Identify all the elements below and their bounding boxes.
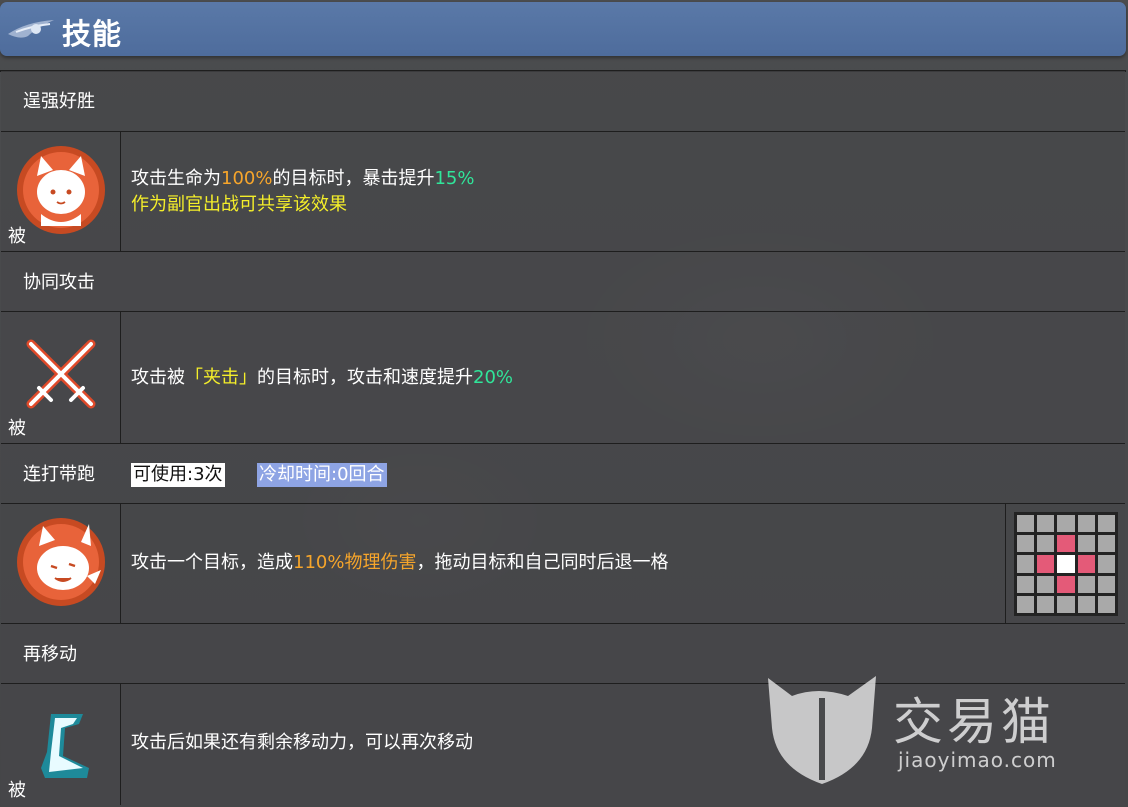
skill-name-row: 逞强好胜 [1,71,1125,132]
skill-detail-row: 攻击一个目标，造成110%物理伤害，拖动目标和自己同时后退一格 [1,504,1125,624]
range-cell-empty [1057,515,1075,533]
passive-tag: 被 [8,418,26,439]
skills-table: 逞强好胜 被 攻击生命为100%的目标时，暴击提升15% 作为副官出战可共享该效… [0,70,1126,805]
desc-text: 的目标时，攻击和速度提升 [257,367,473,388]
attack-range-grid [1014,512,1118,616]
range-cell-attack [1057,535,1075,553]
passive-tag: 被 [8,780,26,801]
desc-value: 20% [473,367,514,388]
desc-value: 15% [434,168,475,189]
skill-icon-cell: 被 [1,312,121,443]
section-header: 技能 [0,2,1126,56]
range-cell-empty [1037,515,1055,533]
range-cell-empty [1037,535,1055,553]
watermark: 交易猫 jiaoyimao.com [758,668,1078,788]
skill-icon-cell [1,504,121,623]
range-cell-empty [1017,515,1035,533]
skill-icon-cell: 被 [1,132,121,251]
skill-description: 攻击后如果还有剩余移动力，可以再次移动 [131,730,473,756]
range-cell-empty [1097,515,1115,533]
range-cell-empty [1017,595,1035,613]
range-cell-self [1057,555,1075,573]
skill-name-row: 连打带跑 可使用:3次 冷却时间:0回合 [1,444,1125,504]
range-cell-empty [1017,535,1035,553]
skill-name: 逞强好胜 [23,91,95,112]
range-cell-attack [1077,555,1095,573]
range-cell-empty [1017,575,1035,593]
desc-value: 110%物理伤害 [293,552,417,573]
attack-range-cell [1005,504,1125,623]
range-cell-empty [1097,595,1115,613]
range-cell-empty [1097,535,1115,553]
desc-text: 攻击一个目标，造成 [131,552,293,573]
cat-logo-icon [768,676,876,784]
desc-keyword: 「夹击」 [185,367,257,388]
skill-description: 攻击被「夹击」的目标时，攻击和速度提升20% [131,365,513,391]
watermark-brand-en: jiaoyimao.com [898,748,1057,772]
range-cell-empty [1077,515,1095,533]
skill-icon-cell: 被 [1,684,121,805]
skill-name: 再移动 [23,644,77,665]
uses-badge: 可使用:3次 [131,463,225,487]
fox-girl-attack-icon [17,518,105,606]
desc-text: 攻击生命为 [131,168,221,189]
range-cell-empty [1037,575,1055,593]
desc-note: 作为副官出战可共享该效果 [131,194,347,215]
desc-text: 的目标时，暴击提升 [272,168,435,189]
desc-text: ，拖动目标和自己同时后退一格 [416,552,669,573]
section-title: 技能 [62,17,123,51]
skill-name: 连打带跑 [23,464,95,485]
range-cell-empty [1077,575,1095,593]
skill-description: 攻击一个目标，造成110%物理伤害，拖动目标和自己同时后退一格 [131,550,668,576]
range-cell-empty [1077,595,1095,613]
range-cell-empty [1057,595,1075,613]
desc-value: 100% [221,168,273,189]
boot-icon [41,714,89,778]
range-cell-empty [1077,535,1095,553]
cooldown-badge: 冷却时间:0回合 [257,463,387,487]
range-cell-attack [1037,555,1055,573]
desc-text: 攻击后如果还有剩余移动力，可以再次移动 [131,732,473,753]
skill-detail-row: 被 攻击生命为100%的目标时，暴击提升15% 作为副官出战可共享该效果 [1,132,1125,252]
skill-name-row: 协同攻击 [1,252,1125,312]
skill-name: 协同攻击 [23,272,95,293]
skill-description: 攻击生命为100%的目标时，暴击提升15% 作为副官出战可共享该效果 [131,166,474,218]
watermark-brand-cn: 交易猫 [893,693,1055,751]
range-cell-attack [1057,575,1075,593]
range-cell-empty [1037,595,1055,613]
fox-girl-portrait-icon [17,146,105,234]
crossed-swords-icon [26,339,96,409]
skill-detail-row: 被 攻击被「夹击」的目标时，攻击和速度提升20% [1,312,1125,444]
range-cell-empty [1017,555,1035,573]
desc-text: 攻击被 [131,367,185,388]
range-cell-empty [1097,555,1115,573]
passive-tag: 被 [8,226,26,247]
comet-logo-icon [8,20,54,38]
range-cell-empty [1097,575,1115,593]
